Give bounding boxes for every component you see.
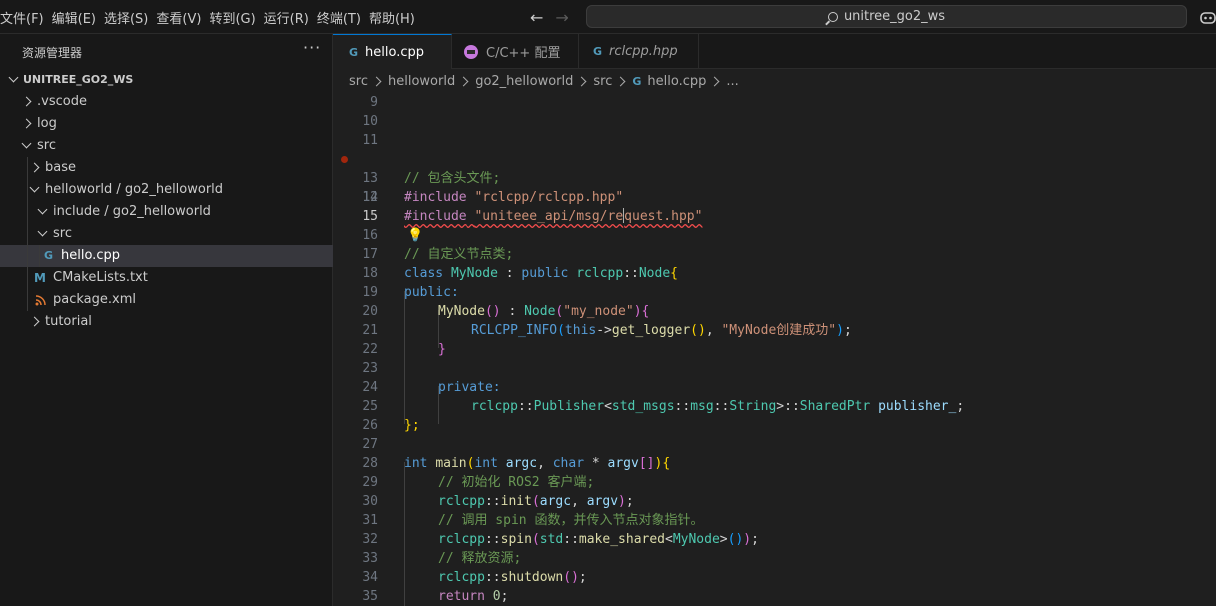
lightbulb-icon[interactable]: 💡 — [407, 226, 423, 245]
menu-go[interactable]: 转到(G) — [209, 8, 263, 27]
code-line: 30 rclcpp::init(argc, argv); — [362, 494, 634, 509]
tree-item-src[interactable]: src — [0, 135, 333, 157]
tree-item-hello-cpp[interactable]: G hello.cpp — [0, 245, 333, 267]
chevron-down-icon — [8, 69, 20, 91]
chevron-right-icon — [22, 113, 34, 135]
code-line: 27 — [362, 437, 378, 452]
explorer-sidebar: 资源管理器 ··· UNITREE_GO2_WS .vscode log src… — [0, 34, 333, 606]
code-line: 17// 自定义节点类; — [362, 247, 514, 262]
search-icon — [827, 11, 838, 22]
tree-item-log[interactable]: log — [0, 113, 333, 135]
tree-item-include[interactable]: include / go2_helloworld — [0, 201, 333, 223]
search-text: unitree_go2_ws — [843, 9, 946, 24]
breadcrumb-item[interactable]: ... — [726, 74, 738, 89]
chevron-right-icon — [22, 91, 34, 113]
chevron-down-icon — [21, 135, 33, 157]
menu-terminal[interactable]: 终端(T) — [317, 8, 369, 27]
breadcrumb-item[interactable]: go2_helloworld — [475, 74, 573, 89]
menu-file[interactable]: 文件(F) — [0, 8, 52, 27]
settings-icon — [464, 44, 478, 59]
file-tree: UNITREE_GO2_WS .vscode log src base hell… — [0, 69, 333, 333]
code-editor[interactable]: 9 10 11 12 13// 包含头文件; 14 #include "rclcp… — [333, 92, 1216, 606]
title-bar: 文件(F) 编辑(E) 选择(S) 查看(V) 转到(G) 运行(R) 终端(T… — [0, 0, 1216, 34]
code-line: 35 return 0; — [362, 589, 509, 604]
workspace-root[interactable]: UNITREE_GO2_WS — [0, 69, 333, 91]
code-line: 32 rclcpp::spin(std::make_shared<MyNode>(… — [362, 532, 759, 547]
cpp-file-icon: G — [593, 45, 603, 58]
tab-hello-cpp[interactable]: G hello.cpp — [333, 34, 452, 69]
code-line: 10 — [362, 114, 378, 129]
chevron-down-icon — [29, 179, 41, 201]
breakpoint-icon[interactable] — [341, 156, 348, 163]
menu-bar: 文件(F) 编辑(E) 选择(S) 查看(V) 转到(G) 运行(R) 终端(T… — [0, 0, 423, 34]
tab-rclcpp-hpp[interactable]: G rclcpp.hpp — [579, 34, 699, 69]
code-line: 26}; — [362, 418, 420, 433]
more-actions-icon[interactable]: ··· — [303, 38, 321, 57]
code-line: 12 — [333, 150, 1216, 205]
chevron-right-icon — [371, 76, 382, 86]
cpp-file-icon: G — [349, 45, 359, 59]
code-line: 21 RCLCPP_INFO(this->get_logger(), "MyNod… — [362, 323, 852, 338]
code-line: 34 rclcpp::shutdown(); — [362, 570, 587, 585]
back-arrow-icon[interactable]: ← — [530, 8, 543, 27]
copilot-icon[interactable] — [1199, 8, 1216, 26]
chevron-right-icon — [576, 76, 587, 86]
code-line: 18 class MyNode : public rclcpp::Node{ — [362, 266, 678, 281]
tab-cpp-config[interactable]: C/C++ 配置 — [452, 34, 579, 69]
menu-selection[interactable]: 选择(S) — [104, 8, 156, 27]
code-line: 24 private: — [362, 380, 501, 395]
code-line: 22} — [362, 342, 446, 357]
code-line: 29// 初始化 ROS2 客户端; — [362, 475, 595, 490]
breadcrumb-item[interactable]: src — [593, 74, 612, 89]
editor-tabs: G hello.cpp C/C++ 配置 G rclcpp.hpp — [333, 34, 1216, 69]
code-line: 14 #include "rclcpp/rclcpp.hpp" — [362, 190, 624, 205]
tree-item-package-xml[interactable]: package.xml — [0, 289, 333, 311]
chevron-down-icon — [37, 223, 49, 245]
code-line: 19 public: — [362, 285, 459, 300]
code-line: 28 int main(int argc, char * argv[]){ — [362, 456, 671, 471]
rss-icon — [35, 289, 46, 311]
command-center-search[interactable]: unitree_go2_ws — [586, 5, 1187, 28]
explorer-title: 资源管理器 — [22, 46, 83, 60]
code-line: 31// 调用 spin 函数，并传入节点对象指针。 — [362, 513, 704, 528]
breadcrumb-item[interactable]: src — [349, 74, 368, 89]
breadcrumb-item[interactable]: hello.cpp — [647, 74, 706, 89]
menu-edit[interactable]: 编辑(E) — [52, 8, 104, 27]
code-line: 16 💡 — [362, 226, 424, 245]
chevron-right-icon — [30, 311, 42, 333]
menu-view[interactable]: 查看(V) — [156, 8, 209, 27]
code-line: 13// 包含头文件; — [362, 171, 501, 186]
chevron-right-icon — [458, 76, 469, 86]
tree-item-helloworld[interactable]: helloworld / go2_helloworld — [0, 179, 333, 201]
breadcrumb-item[interactable]: helloworld — [388, 74, 455, 89]
code-line: 15 #include "uniteee_api/msg/request.hpp" — [362, 208, 703, 224]
code-line: 20 MyNode() : Node("my_node"){ — [362, 304, 650, 319]
menu-run[interactable]: 运行(R) — [264, 8, 317, 27]
chevron-right-icon — [30, 157, 42, 179]
code-line: 33// 释放资源; — [362, 551, 522, 566]
chevron-right-icon — [709, 76, 720, 86]
chevron-right-icon — [615, 76, 626, 86]
menu-help[interactable]: 帮助(H) — [369, 8, 423, 27]
cpp-file-icon: G — [632, 74, 642, 88]
tree-item-cmakelists[interactable]: M CMakeLists.txt — [0, 267, 333, 289]
code-line: 25 rclcpp::Publisher<std_msgs::msg::Strin… — [362, 399, 965, 414]
tree-item-vscode[interactable]: .vscode — [0, 91, 333, 113]
code-line: 23 — [362, 361, 378, 376]
code-line: 9 — [370, 95, 378, 110]
code-line: 11 — [362, 133, 378, 148]
breadcrumb: src helloworld go2_helloworld src G hell… — [349, 70, 739, 92]
forward-arrow-icon[interactable]: → — [555, 8, 568, 27]
tree-item-base[interactable]: base — [0, 157, 333, 179]
navigation-arrows: ← → — [530, 0, 569, 34]
cpp-file-icon: G — [44, 249, 54, 262]
tree-item-inner-src[interactable]: src — [0, 223, 333, 245]
cmake-file-icon: M — [34, 271, 46, 285]
tree-item-tutorial[interactable]: tutorial — [0, 311, 333, 333]
chevron-down-icon — [37, 201, 49, 223]
